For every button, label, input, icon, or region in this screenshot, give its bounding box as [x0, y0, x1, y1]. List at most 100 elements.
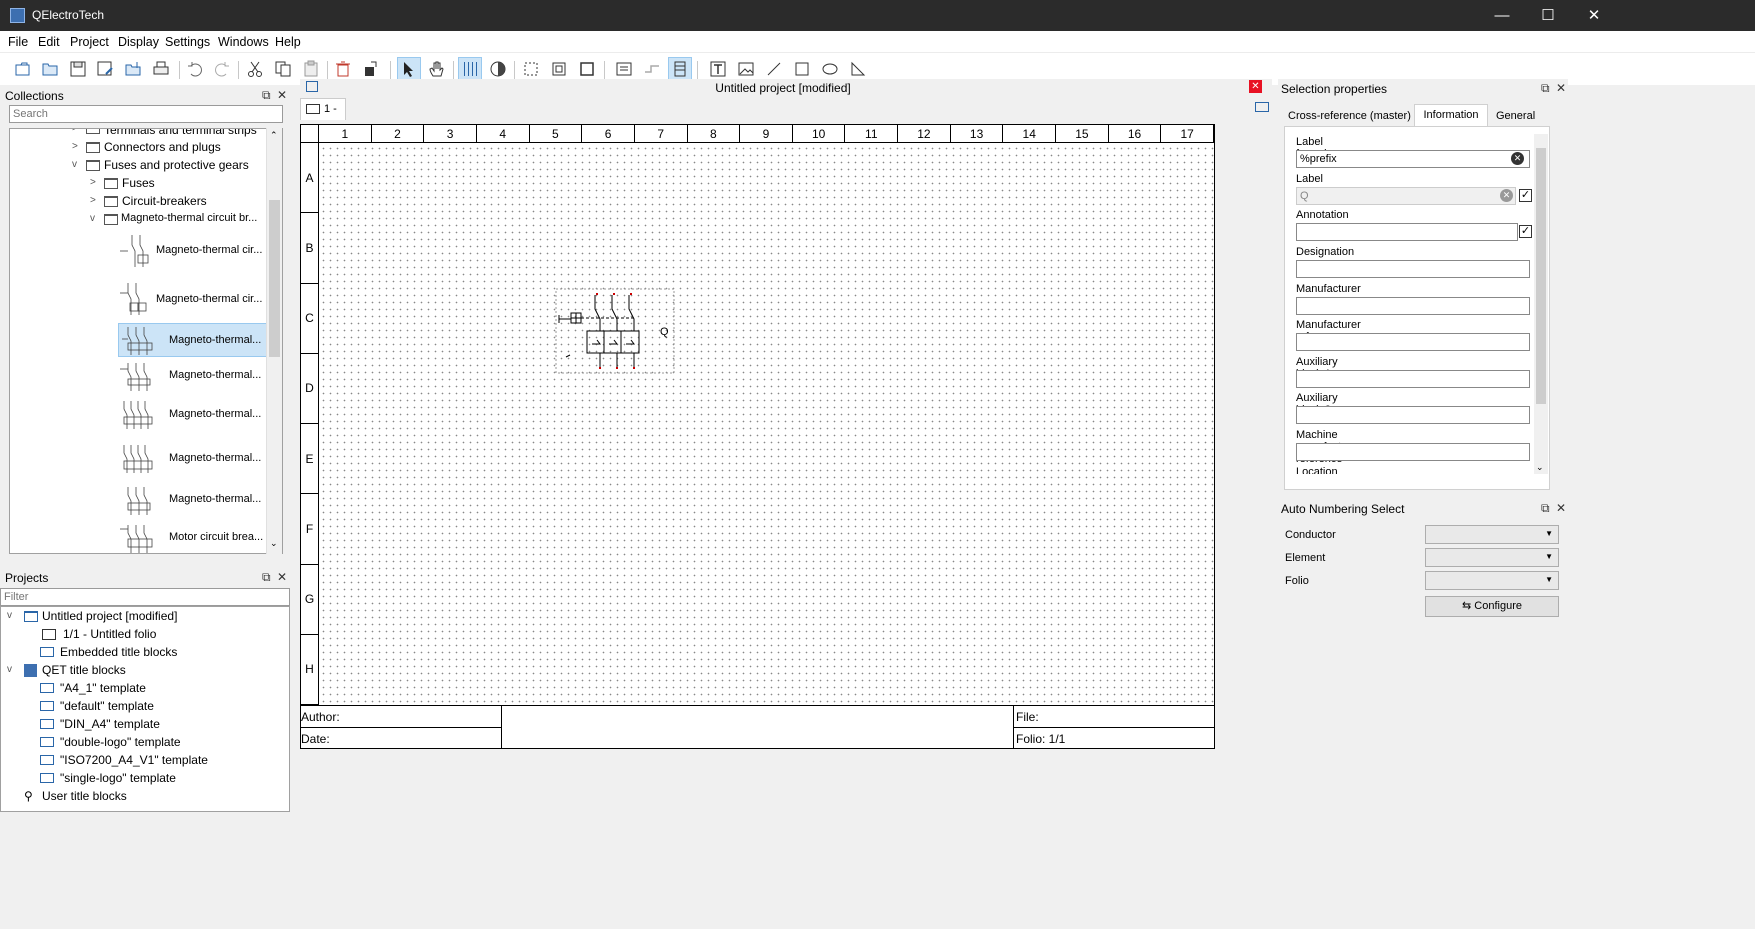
chevron-down-icon[interactable]: v [7, 664, 12, 675]
grid-toggle-icon[interactable] [458, 57, 482, 81]
pan-tool-icon[interactable] [425, 57, 449, 81]
zoom-reset-icon[interactable] [575, 57, 599, 81]
add-folio-icon[interactable] [1255, 102, 1269, 112]
redo-icon[interactable] [210, 57, 234, 81]
list-item[interactable]: "A4_1" template [60, 681, 146, 695]
filter-input[interactable] [0, 588, 290, 606]
list-item[interactable]: 1/1 - Untitled folio [63, 627, 156, 641]
label-checkbox[interactable]: ✓ [1519, 189, 1532, 202]
new-project-icon[interactable] [11, 57, 35, 81]
projects-tree[interactable]: v Untitled project [modified] 1/1 - Unti… [0, 606, 290, 812]
paste-icon[interactable] [299, 57, 323, 81]
add-ellipse-icon[interactable] [818, 57, 842, 81]
circuit-breaker-element[interactable] [552, 287, 677, 375]
rotate-icon[interactable] [359, 57, 383, 81]
menu-project[interactable]: Project [70, 35, 109, 49]
chevron-right-icon[interactable]: > [72, 141, 78, 152]
zoom-content-icon[interactable] [547, 57, 571, 81]
menu-settings[interactable]: Settings [165, 35, 210, 49]
menu-display[interactable]: Display [118, 35, 159, 49]
menu-help[interactable]: Help [275, 35, 301, 49]
delete-icon[interactable] [331, 57, 355, 81]
maximize-button[interactable]: ☐ [1525, 0, 1571, 31]
annotation-field[interactable] [1296, 223, 1518, 241]
list-item[interactable]: Magneto-thermal... [169, 369, 261, 381]
tab-general[interactable]: General [1496, 106, 1556, 127]
menu-windows[interactable]: Windows [218, 35, 269, 49]
element-label[interactable]: Q [660, 326, 669, 338]
list-item[interactable]: Magneto-thermal... [169, 408, 261, 420]
close-icon[interactable]: ✕ [277, 570, 287, 584]
list-item[interactable]: "double-logo" template [60, 735, 181, 749]
drawing-grid[interactable] [318, 143, 1214, 705]
save-icon[interactable] [66, 57, 90, 81]
chevron-down-icon[interactable]: v [7, 610, 12, 621]
element-select[interactable]: ▼ [1425, 548, 1559, 567]
scroll-up-icon[interactable]: ⌃ [270, 130, 278, 141]
folio-list-icon[interactable] [612, 57, 636, 81]
close-icon[interactable]: ✕ [1556, 501, 1566, 515]
tab-folio-1[interactable]: 1 - [300, 98, 346, 120]
list-item[interactable]: Embedded title blocks [60, 645, 177, 659]
menu-edit[interactable]: Edit [38, 35, 60, 49]
chevron-right-icon[interactable]: > [90, 195, 96, 206]
list-item[interactable]: "default" template [60, 699, 154, 713]
clear-icon[interactable]: ✕ [1511, 152, 1524, 165]
save-as-icon[interactable] [93, 57, 117, 81]
manufacturer-reference-field[interactable] [1296, 333, 1530, 351]
label-field[interactable]: Q [1296, 187, 1516, 205]
list-item[interactable]: Fuses and protective gears [104, 158, 249, 172]
auxiliary-block-1-field[interactable] [1296, 370, 1530, 388]
terminal-strip-icon[interactable] [668, 57, 692, 81]
list-item[interactable]: Magneto-thermal cir... [156, 244, 262, 256]
list-item[interactable]: "ISO7200_A4_V1" template [60, 753, 208, 767]
close-icon[interactable]: ✕ [277, 88, 287, 102]
close-button[interactable]: ✕ [1571, 0, 1617, 31]
scroll-down-icon[interactable]: ⌄ [270, 538, 278, 549]
list-item[interactable]: Fuses [122, 176, 155, 190]
list-item[interactable]: Circuit-breakers [122, 194, 207, 208]
add-polygon-icon[interactable] [846, 57, 870, 81]
annotation-checkbox[interactable]: ✓ [1519, 225, 1532, 238]
machine-manufacturer-reference-field[interactable] [1296, 443, 1530, 461]
cut-icon[interactable] [243, 57, 267, 81]
list-item[interactable]: Motor circuit brea... [169, 531, 263, 543]
conductor-icon[interactable] [640, 57, 664, 81]
float-icon[interactable]: ⧉ [262, 88, 271, 103]
list-item[interactable]: Magneto-thermal... [169, 334, 261, 346]
minimize-button[interactable]: — [1479, 0, 1525, 31]
clear-icon[interactable]: ✕ [1500, 189, 1513, 202]
list-item[interactable]: QET title blocks [42, 663, 126, 677]
chevron-right-icon[interactable]: > [72, 129, 78, 134]
list-item[interactable]: User title blocks [42, 789, 127, 803]
list-item[interactable]: Untitled project [modified] [42, 609, 177, 623]
auxiliary-block-2-field[interactable] [1296, 406, 1530, 424]
scrollbar-thumb[interactable] [269, 200, 280, 357]
open-project-icon[interactable] [38, 57, 62, 81]
label-formula-field[interactable]: %prefix [1296, 150, 1530, 168]
close-icon[interactable]: ✕ [1556, 81, 1566, 95]
conductor-select[interactable]: ▼ [1425, 525, 1559, 544]
float-icon[interactable]: ⧉ [262, 570, 271, 585]
configure-button[interactable]: ⇆ Configure [1425, 596, 1559, 617]
search-input[interactable] [9, 105, 283, 123]
list-item[interactable]: "DIN_A4" template [60, 717, 160, 731]
chevron-down-icon[interactable]: v [72, 159, 77, 170]
tree-scrollbar[interactable]: ⌃ ⌄ [266, 128, 282, 554]
list-item[interactable]: Magneto-thermal... [169, 493, 261, 505]
float-icon[interactable]: ⧉ [1541, 81, 1550, 96]
add-image-icon[interactable] [734, 57, 758, 81]
float-icon[interactable]: ⧉ [1541, 501, 1550, 516]
menu-file[interactable]: File [8, 35, 28, 49]
designation-field[interactable] [1296, 260, 1530, 278]
add-line-icon[interactable] [762, 57, 786, 81]
theme-toggle-icon[interactable] [486, 57, 510, 81]
copy-icon[interactable] [271, 57, 295, 81]
collections-tree[interactable]: > Terminals and terminal strips > Connec… [9, 128, 283, 554]
tab-cross-reference[interactable]: Cross-reference (master) [1288, 106, 1416, 127]
zoom-fit-icon[interactable] [519, 57, 543, 81]
add-rectangle-icon[interactable] [790, 57, 814, 81]
list-item[interactable]: Magneto-thermal cir... [156, 293, 262, 305]
folio-select[interactable]: ▼ [1425, 571, 1559, 590]
list-item[interactable]: Magneto-thermal circuit br... [121, 212, 257, 224]
